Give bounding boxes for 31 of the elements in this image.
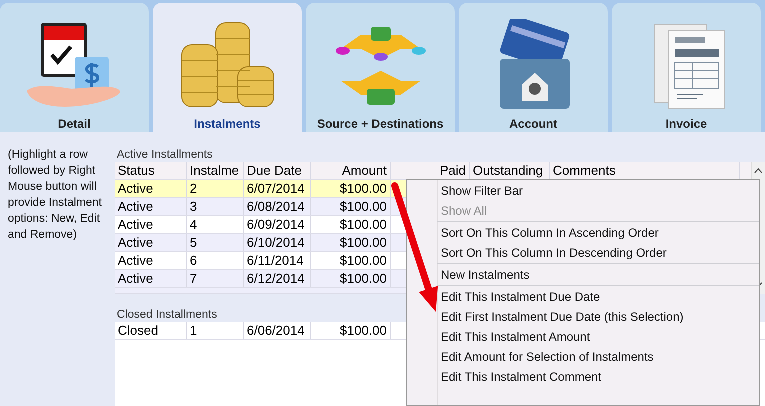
table-cell: 1 (187, 322, 244, 339)
table-cell: 6/08/2014 (244, 198, 311, 215)
table-cell: 6/11/2014 (244, 252, 311, 269)
table-cell: $100.00 (311, 252, 391, 269)
table-cell: 5 (187, 234, 244, 251)
table-cell: 3 (187, 198, 244, 215)
table-cell: 6/06/2014 (244, 322, 311, 339)
table-cell: $100.00 (311, 216, 391, 233)
table-cell: 6/07/2014 (244, 180, 311, 197)
section-title: Active Installments (117, 148, 213, 162)
instructions-text: (Highlight a row followed by Right Mouse button will provide Instalment options: New, Edit and Remove) (8, 148, 103, 243)
table-cell: Active (115, 180, 187, 197)
table-cell: $100.00 (311, 198, 391, 215)
table-cell: 7 (187, 270, 244, 287)
table-cell: 2 (187, 180, 244, 197)
table-cell: Closed (115, 322, 187, 339)
table-cell: $100.00 (311, 270, 391, 287)
table-cell: 6/09/2014 (244, 216, 311, 233)
table-cell: Active (115, 234, 187, 251)
table-cell: 6/10/2014 (244, 234, 311, 251)
table-cell: Active (115, 198, 187, 215)
table-cell: $100.00 (311, 234, 391, 251)
table-cell: 6/12/2014 (244, 270, 311, 287)
section-title: Closed Installments (117, 308, 218, 322)
table-cell: Active (115, 252, 187, 269)
table-cell: $100.00 (311, 322, 391, 339)
table-cell: Active (115, 216, 187, 233)
table-cell: 6 (187, 252, 244, 269)
table-cell: 4 (187, 216, 244, 233)
table-cell: Active (115, 270, 187, 287)
table-cell: $100.00 (311, 180, 391, 197)
